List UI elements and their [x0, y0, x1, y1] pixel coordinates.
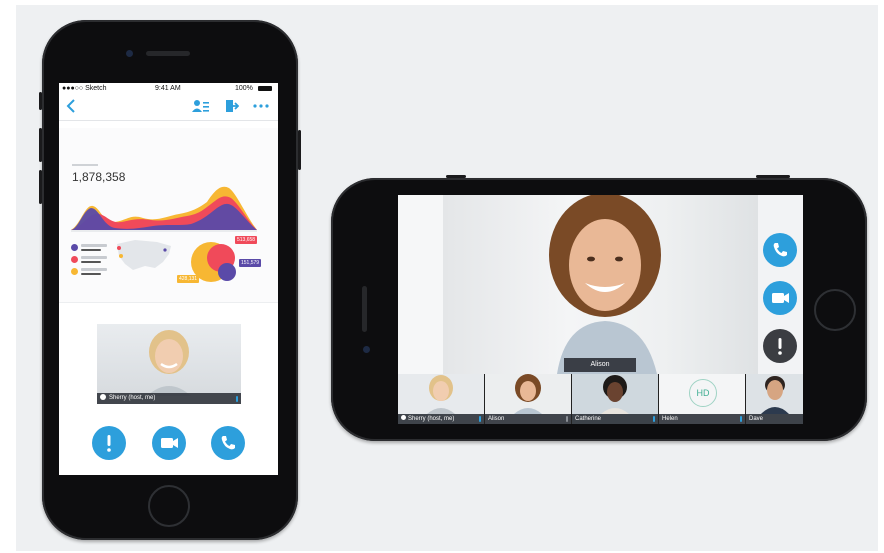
- volume-up-button: [39, 128, 42, 162]
- video-camera-icon: [161, 438, 178, 448]
- active-speaker-portrait: [549, 195, 661, 374]
- participant-thumb[interactable]: HD Helen: [659, 374, 745, 424]
- alert-button[interactable]: [763, 329, 797, 363]
- mic-icon: [653, 416, 655, 422]
- participant-thumb[interactable]: Alison: [485, 374, 571, 424]
- analytics-dashboard: 1,878,358 513,658 151,579 428,131: [59, 128, 278, 303]
- mute-switch: [39, 92, 42, 110]
- earpiece-speaker: [362, 286, 367, 332]
- carrier-label: ●●●○○ Sketch: [62, 85, 107, 92]
- participant-label: Alison: [485, 414, 571, 424]
- self-video[interactable]: Sherry (host, me): [97, 324, 241, 404]
- video-button[interactable]: [763, 281, 797, 315]
- landscape-screen: Alison Sherry (host, me) Alison Catherin…: [398, 195, 803, 424]
- participant-avatar: [427, 375, 455, 414]
- participant-name: Sherry (host, me): [408, 416, 455, 422]
- mic-icon: [479, 416, 481, 422]
- video-button[interactable]: [152, 426, 186, 460]
- call-button[interactable]: [763, 233, 797, 267]
- self-video-name: Sherry (host, me): [109, 395, 156, 401]
- participant-name: Dave: [749, 416, 764, 422]
- participant-avatar: [601, 375, 629, 414]
- shield-icon: [100, 394, 106, 400]
- active-speaker-video[interactable]: [443, 195, 758, 374]
- headline-caption: [72, 164, 98, 166]
- legend-item: [71, 256, 111, 264]
- participant-name: Catherine: [575, 416, 602, 422]
- chevron-left-icon[interactable]: [66, 99, 76, 116]
- mic-icon: [566, 416, 568, 422]
- portrait-screen: ●●●○○ Sketch 9:41 AM 100% 1,878,358 513,…: [59, 83, 278, 475]
- active-speaker-name: Alison: [564, 358, 636, 372]
- hd-avatar: HD: [689, 379, 717, 407]
- video-camera-icon: [772, 293, 789, 303]
- shield-icon: [401, 415, 406, 420]
- us-map: [117, 240, 171, 270]
- earpiece-speaker: [146, 51, 190, 56]
- participants-list-icon[interactable]: [192, 99, 210, 116]
- alert-button[interactable]: [92, 426, 126, 460]
- leave-icon[interactable]: [225, 99, 240, 116]
- front-camera: [363, 346, 370, 353]
- call-button[interactable]: [211, 426, 245, 460]
- participant-name: Helen: [662, 416, 678, 422]
- alert-icon: [107, 435, 111, 452]
- battery-label: 100%: [235, 85, 253, 92]
- area-chart: [71, 186, 257, 232]
- headline-value: 1,878,358: [72, 170, 126, 184]
- mic-icon: [740, 416, 742, 422]
- volume-up-button: [756, 175, 790, 178]
- legend-item: [71, 268, 111, 276]
- left-gutter: [398, 195, 443, 374]
- participant-strip: Sherry (host, me) Alison Catherine HD He…: [398, 374, 803, 424]
- bubble-label-red: 513,658: [235, 236, 258, 244]
- participant-thumb[interactable]: Sherry (host, me): [398, 374, 484, 424]
- phone-icon: [773, 243, 787, 257]
- home-button[interactable]: [148, 485, 190, 527]
- participant-avatar: [514, 374, 542, 414]
- status-bar: ●●●○○ Sketch 9:41 AM 100%: [59, 83, 278, 95]
- volume-down-button: [39, 170, 42, 204]
- self-video-label: Sherry (host, me): [97, 393, 241, 404]
- participant-label: Helen: [659, 414, 745, 424]
- bubble-label-purple: 151,579: [239, 259, 262, 267]
- participant-label: Dave: [746, 414, 803, 424]
- bubble-label-yellow: 428,131: [177, 275, 200, 283]
- power-button: [298, 130, 301, 170]
- phone-icon: [221, 436, 235, 450]
- legend-item: [71, 244, 111, 252]
- participant-label: Catherine: [572, 414, 658, 424]
- participant-label: Sherry (host, me): [398, 414, 484, 424]
- nav-bar: [59, 95, 278, 121]
- alert-icon: [778, 338, 782, 355]
- front-camera: [126, 50, 133, 57]
- participant-name: Alison: [488, 416, 505, 422]
- participant-thumb[interactable]: Dave: [746, 374, 803, 424]
- mic-icon: [236, 396, 238, 402]
- mute-switch: [446, 175, 466, 178]
- participant-portrait: [147, 330, 191, 396]
- participant-thumb[interactable]: Catherine: [572, 374, 658, 424]
- more-icon[interactable]: [252, 99, 270, 116]
- battery-icon: [258, 86, 272, 91]
- home-button[interactable]: [814, 289, 856, 331]
- clock: 9:41 AM: [155, 85, 181, 92]
- participant-avatar: [761, 376, 789, 414]
